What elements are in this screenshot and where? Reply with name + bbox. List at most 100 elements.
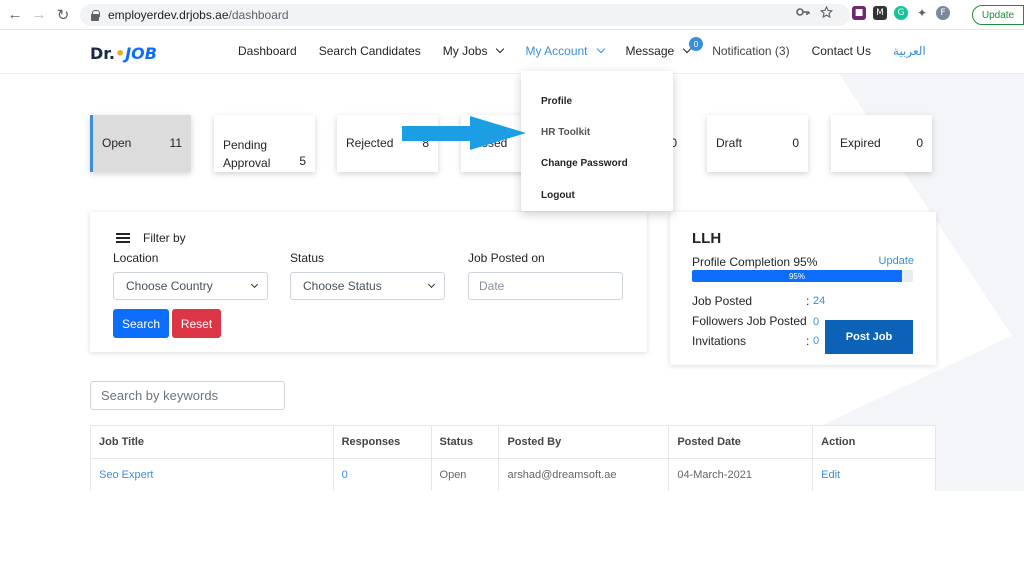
- profile-completion-label: Profile Completion 95%: [692, 255, 818, 269]
- status-card-label: Rejected: [346, 136, 394, 150]
- column-header-responses: Responses: [333, 425, 432, 459]
- nav-contact-us[interactable]: Contact Us: [812, 44, 871, 58]
- sliders-icon: [116, 232, 130, 244]
- status-card-count: 0: [916, 136, 923, 150]
- status-card-label-line2: Approval: [223, 156, 271, 170]
- status-label: Status: [290, 251, 325, 265]
- forward-icon[interactable]: →: [30, 6, 48, 24]
- followers-stat-label: Followers Job Posted: [692, 314, 807, 328]
- my-account-dropdown: Profile HR Toolkit Change Password Logou…: [521, 71, 673, 211]
- date-input[interactable]: Date: [468, 272, 623, 300]
- status-select-value: Choose Status: [303, 279, 382, 293]
- keyword-search-input[interactable]: Search by keywords: [90, 381, 285, 410]
- nav-dashboard[interactable]: Dashboard: [238, 44, 297, 58]
- browser-update-button[interactable]: Update: [972, 5, 1024, 25]
- invitations-stat-value[interactable]: 0: [813, 335, 819, 347]
- search-button[interactable]: Search: [113, 309, 169, 338]
- country-select[interactable]: Choose Country: [113, 272, 268, 300]
- key-icon[interactable]: [796, 6, 810, 18]
- filter-title: Filter by: [116, 231, 186, 245]
- chevron-down-icon: [250, 280, 259, 289]
- column-header-action: Action: [812, 425, 936, 459]
- lock-icon: [90, 9, 100, 21]
- reload-icon[interactable]: ↻: [54, 6, 72, 24]
- nav-my-account[interactable]: My Account: [525, 44, 605, 58]
- url-path: /dashboard: [228, 8, 289, 22]
- followers-stat-value[interactable]: 0: [813, 316, 819, 328]
- nav-message[interactable]: Message: [625, 44, 692, 58]
- status-card-label: Draft: [716, 136, 743, 150]
- status-card-count: 5: [299, 154, 306, 168]
- status-card-open[interactable]: Open 11: [90, 115, 191, 172]
- job-title-link[interactable]: Seo Expert: [90, 458, 334, 492]
- column-header-status: Status: [431, 425, 500, 459]
- url-host: employerdev.drjobs.ae: [108, 8, 229, 22]
- table-header-row: Job Title Responses Status Posted By Pos…: [90, 425, 936, 459]
- job-status: Open: [431, 458, 500, 492]
- status-card-expired[interactable]: Expired 0: [831, 115, 932, 172]
- status-card-pending-approval[interactable]: Pending Approval 5: [214, 115, 315, 172]
- column-header-posted-date: Posted Date: [668, 425, 814, 459]
- site-logo[interactable]: Dr.•JOB: [90, 44, 157, 63]
- job-posted-stat-label: Job Posted: [692, 294, 753, 308]
- profile-panel: LLH Profile Completion 95% Update 95% Jo…: [670, 212, 936, 365]
- company-name: LLH: [692, 230, 722, 247]
- site-header: Dr.•JOB Dashboard Search Candidates My J…: [0, 30, 1024, 74]
- page-cutoff-area: [0, 491, 1024, 563]
- dropdown-item-hr-toolkit[interactable]: HR Toolkit: [541, 127, 590, 138]
- extension-icon-purple[interactable]: ■: [852, 6, 866, 20]
- column-header-job-title: Job Title: [90, 425, 334, 459]
- responses-link[interactable]: 0: [333, 458, 432, 492]
- nav-my-jobs[interactable]: My Jobs: [443, 44, 505, 58]
- dropdown-item-logout[interactable]: Logout: [541, 190, 575, 201]
- nav-message-label: Message: [625, 44, 675, 58]
- chevron-down-icon: [596, 44, 605, 54]
- browser-toolbar: ← → ↻ employerdev.drjobs.ae/dashboard ■ …: [0, 0, 1024, 30]
- dropdown-item-change-password[interactable]: Change Password: [541, 158, 628, 169]
- nav-search-candidates[interactable]: Search Candidates: [319, 44, 421, 58]
- colon: :: [806, 294, 810, 308]
- status-card-count: 0: [792, 136, 799, 150]
- profile-progress-bar: 95%: [692, 270, 913, 282]
- filter-title-text: Filter by: [143, 231, 186, 245]
- logo-suffix: JOB: [125, 44, 157, 63]
- job-posted-label: Job Posted on: [468, 251, 545, 265]
- posted-date: 04-March-2021: [668, 458, 814, 492]
- status-card-draft[interactable]: Draft 0: [707, 115, 808, 172]
- address-bar[interactable]: employerdev.drjobs.ae/dashboard: [80, 4, 850, 26]
- column-header-posted-by: Posted By: [498, 425, 670, 459]
- nav-language-arabic[interactable]: العربية: [893, 44, 926, 58]
- dropdown-item-profile[interactable]: Profile: [541, 96, 572, 107]
- grammarly-icon[interactable]: G: [894, 6, 908, 20]
- invitations-stat-label: Invitations: [692, 334, 747, 348]
- status-card-label: Expired: [840, 136, 881, 150]
- table-row: Seo Expert 0 Open arshad@dreamsoft.ae 04…: [90, 458, 936, 492]
- status-card-count: 11: [169, 136, 182, 150]
- post-job-button[interactable]: Post Job: [825, 320, 913, 354]
- location-label: Location: [113, 251, 159, 265]
- chevron-down-icon: [427, 280, 436, 289]
- nav-my-account-label: My Account: [525, 44, 588, 58]
- back-icon[interactable]: ←: [6, 6, 24, 24]
- extension-icon-m[interactable]: M: [873, 6, 887, 20]
- nav-notification[interactable]: Notification (3): [712, 44, 789, 58]
- reset-button[interactable]: Reset: [172, 309, 221, 338]
- posted-by: arshad@dreamsoft.ae: [498, 458, 670, 492]
- edit-link[interactable]: Edit: [812, 458, 936, 492]
- puzzle-icon[interactable]: ✦: [915, 6, 929, 20]
- country-select-value: Choose Country: [126, 279, 213, 293]
- logo-prefix: Dr.: [90, 44, 115, 63]
- jobs-table: Job Title Responses Status Posted By Pos…: [90, 425, 936, 492]
- status-select[interactable]: Choose Status: [290, 272, 445, 300]
- message-count-badge: 0: [689, 37, 703, 51]
- status-card-label-line1: Pending: [223, 138, 268, 152]
- profile-update-link[interactable]: Update: [879, 255, 914, 267]
- job-posted-stat-value[interactable]: 24: [813, 295, 825, 307]
- status-card-label: Pending Approval: [223, 136, 270, 172]
- status-card-label: Open: [102, 136, 132, 150]
- main-nav: Dashboard Search Candidates My Jobs My A…: [238, 44, 948, 58]
- annotation-arrow-icon: [402, 116, 526, 150]
- filter-panel: Filter by Location Status Job Posted on …: [90, 212, 647, 352]
- avatar[interactable]: F: [936, 6, 950, 20]
- star-icon[interactable]: [820, 6, 833, 19]
